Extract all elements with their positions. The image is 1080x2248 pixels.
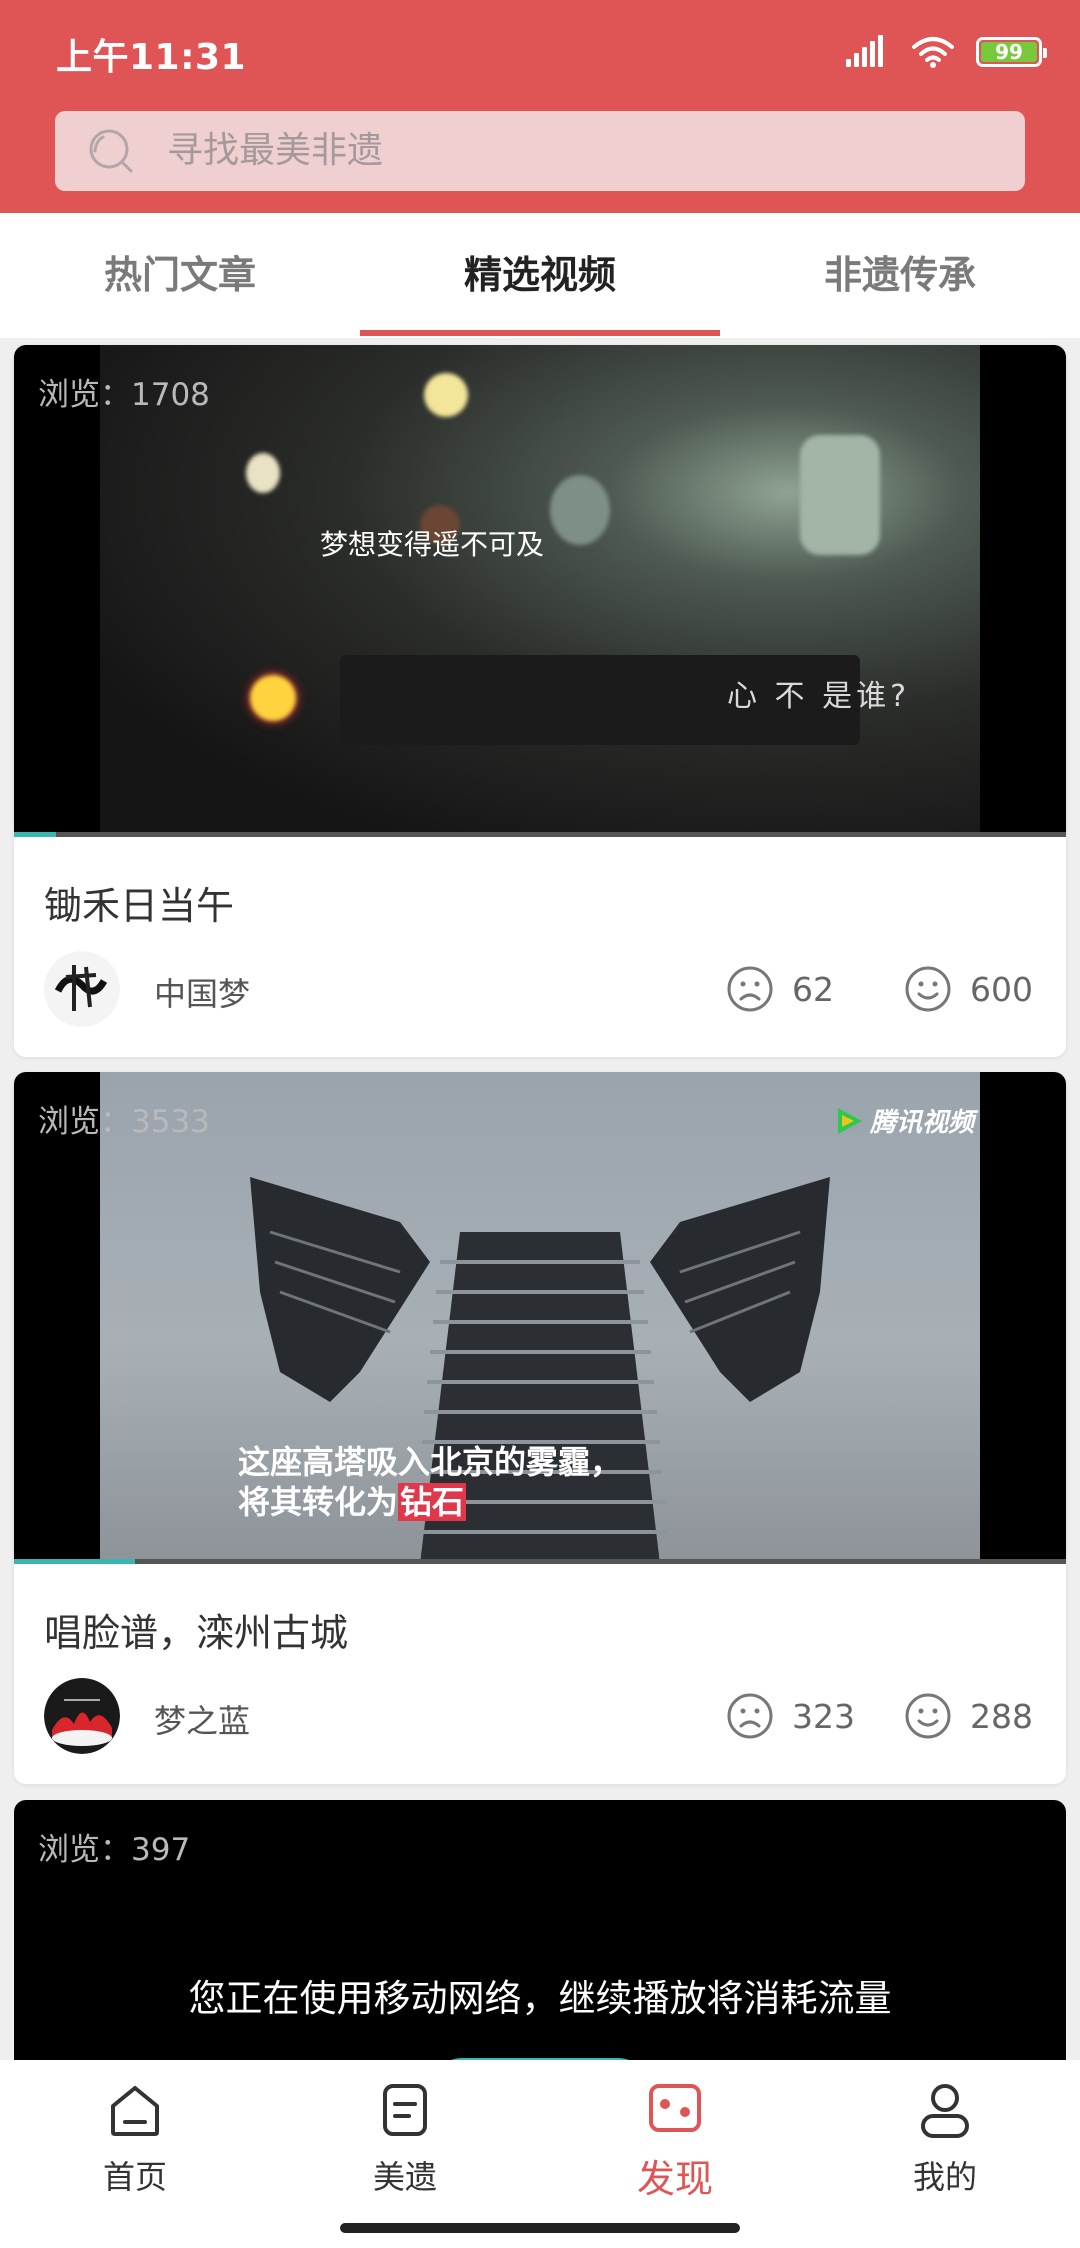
card-title[interactable]: 唱脸谱，滦州古城 xyxy=(44,1602,348,1657)
home-icon xyxy=(111,2086,159,2136)
watermark: 腾讯视频 xyxy=(834,1102,974,1139)
status-icons: 99 xyxy=(846,30,1047,74)
nav-label: 我的 xyxy=(912,2158,977,2196)
card-title[interactable]: 锄禾日当午 xyxy=(44,875,234,930)
status-bar: 上午11:31 99 xyxy=(0,0,1080,100)
play-logo-icon xyxy=(838,1107,862,1134)
video-frame: 梦想变得遥不可及 心 不 是谁? xyxy=(100,345,980,837)
wifi-icon xyxy=(912,37,954,68)
video-card[interactable]: 这座高塔吸入北京的雾霾， 将其转化为钻石 腾讯视频 浏览：3533 唱脸谱，滦州… xyxy=(14,1072,1066,1784)
dislike-stat[interactable]: 62 xyxy=(726,965,834,1013)
dislike-count: 323 xyxy=(792,1696,855,1736)
dislike-stat[interactable]: 323 xyxy=(726,1692,855,1740)
user-icon xyxy=(921,2084,969,2138)
avatar[interactable] xyxy=(44,1678,120,1754)
battery-icon: 99 xyxy=(976,37,1047,67)
nav-discover[interactable]: 发现 xyxy=(540,2080,810,2203)
video-player[interactable]: 这座高塔吸入北京的雾霾， 将其转化为钻石 腾讯视频 浏览：3533 xyxy=(14,1072,1066,1564)
battery-level: 99 xyxy=(995,40,1023,64)
dislike-count: 62 xyxy=(792,969,834,1009)
like-stat[interactable]: 600 xyxy=(904,965,1033,1013)
like-count: 288 xyxy=(970,1696,1033,1736)
video-frame: 这座高塔吸入北京的雾霾， 将其转化为钻石 xyxy=(100,1072,980,1564)
status-time: 上午11:31 xyxy=(56,37,247,78)
home-indicator[interactable] xyxy=(340,2223,740,2233)
video-subtitle: 这座高塔吸入北京的雾霾， 将其转化为钻石 xyxy=(238,1443,623,1521)
sad-face-icon xyxy=(727,966,773,1012)
search-icon xyxy=(89,129,133,173)
sad-face-icon xyxy=(727,1693,773,1739)
app-header: 上午11:31 99 xyxy=(0,0,1080,213)
author-name[interactable]: 梦之蓝 xyxy=(154,1696,250,1742)
nav-meiyi[interactable]: 美遗 xyxy=(270,2080,540,2198)
video-player[interactable]: 梦想变得遥不可及 心 不 是谁? 浏览：1708 xyxy=(14,345,1066,837)
nav-home[interactable]: 首页 xyxy=(0,2080,270,2198)
category-tabs: 热门文章 精选视频 非遗传承 xyxy=(0,213,1080,338)
tab-featured-videos[interactable]: 精选视频 xyxy=(360,213,720,338)
view-count: 浏览：397 xyxy=(38,1832,191,1868)
author-name[interactable]: 中国梦 xyxy=(154,969,250,1015)
signal-icon xyxy=(846,35,890,69)
smile-face-icon xyxy=(905,1693,951,1739)
nav-profile[interactable]: 我的 xyxy=(810,2080,1080,2198)
discover-icon xyxy=(649,2084,701,2132)
video-progress xyxy=(14,1559,135,1564)
search-input[interactable] xyxy=(167,111,987,191)
video-subtitle: 梦想变得遥不可及 xyxy=(320,528,545,561)
view-count: 浏览：3533 xyxy=(38,1104,210,1140)
search-bar[interactable] xyxy=(55,111,1025,191)
nav-label: 首页 xyxy=(102,2158,167,2196)
smile-face-icon xyxy=(905,966,951,1012)
tab-heritage[interactable]: 非遗传承 xyxy=(720,213,1080,338)
active-tab-indicator xyxy=(360,330,720,336)
video-subtitle: 心 不 是谁? xyxy=(727,679,910,714)
view-count: 浏览：1708 xyxy=(38,377,210,413)
document-icon xyxy=(383,2084,427,2136)
nav-label: 发现 xyxy=(636,2157,713,2201)
like-count: 600 xyxy=(970,969,1033,1009)
video-card[interactable]: 梦想变得遥不可及 心 不 是谁? 浏览：1708 锄禾日当午 中国梦 62 60… xyxy=(14,345,1066,1057)
tab-hot-articles[interactable]: 热门文章 xyxy=(0,213,360,338)
nav-label: 美遗 xyxy=(372,2158,437,2196)
video-progress xyxy=(14,832,57,837)
avatar[interactable] xyxy=(44,951,120,1027)
bottom-nav: 首页 美遗 发现 我的 xyxy=(0,2060,1080,2248)
video-card[interactable]: 浏览：397 您正在使用移动网络，继续播放将消耗流量 xyxy=(14,1800,1066,2060)
mobile-data-warning: 您正在使用移动网络，继续播放将消耗流量 xyxy=(188,1977,892,2020)
progress-track xyxy=(14,832,1066,837)
progress-track xyxy=(14,1559,1066,1564)
like-stat[interactable]: 288 xyxy=(904,1692,1033,1740)
